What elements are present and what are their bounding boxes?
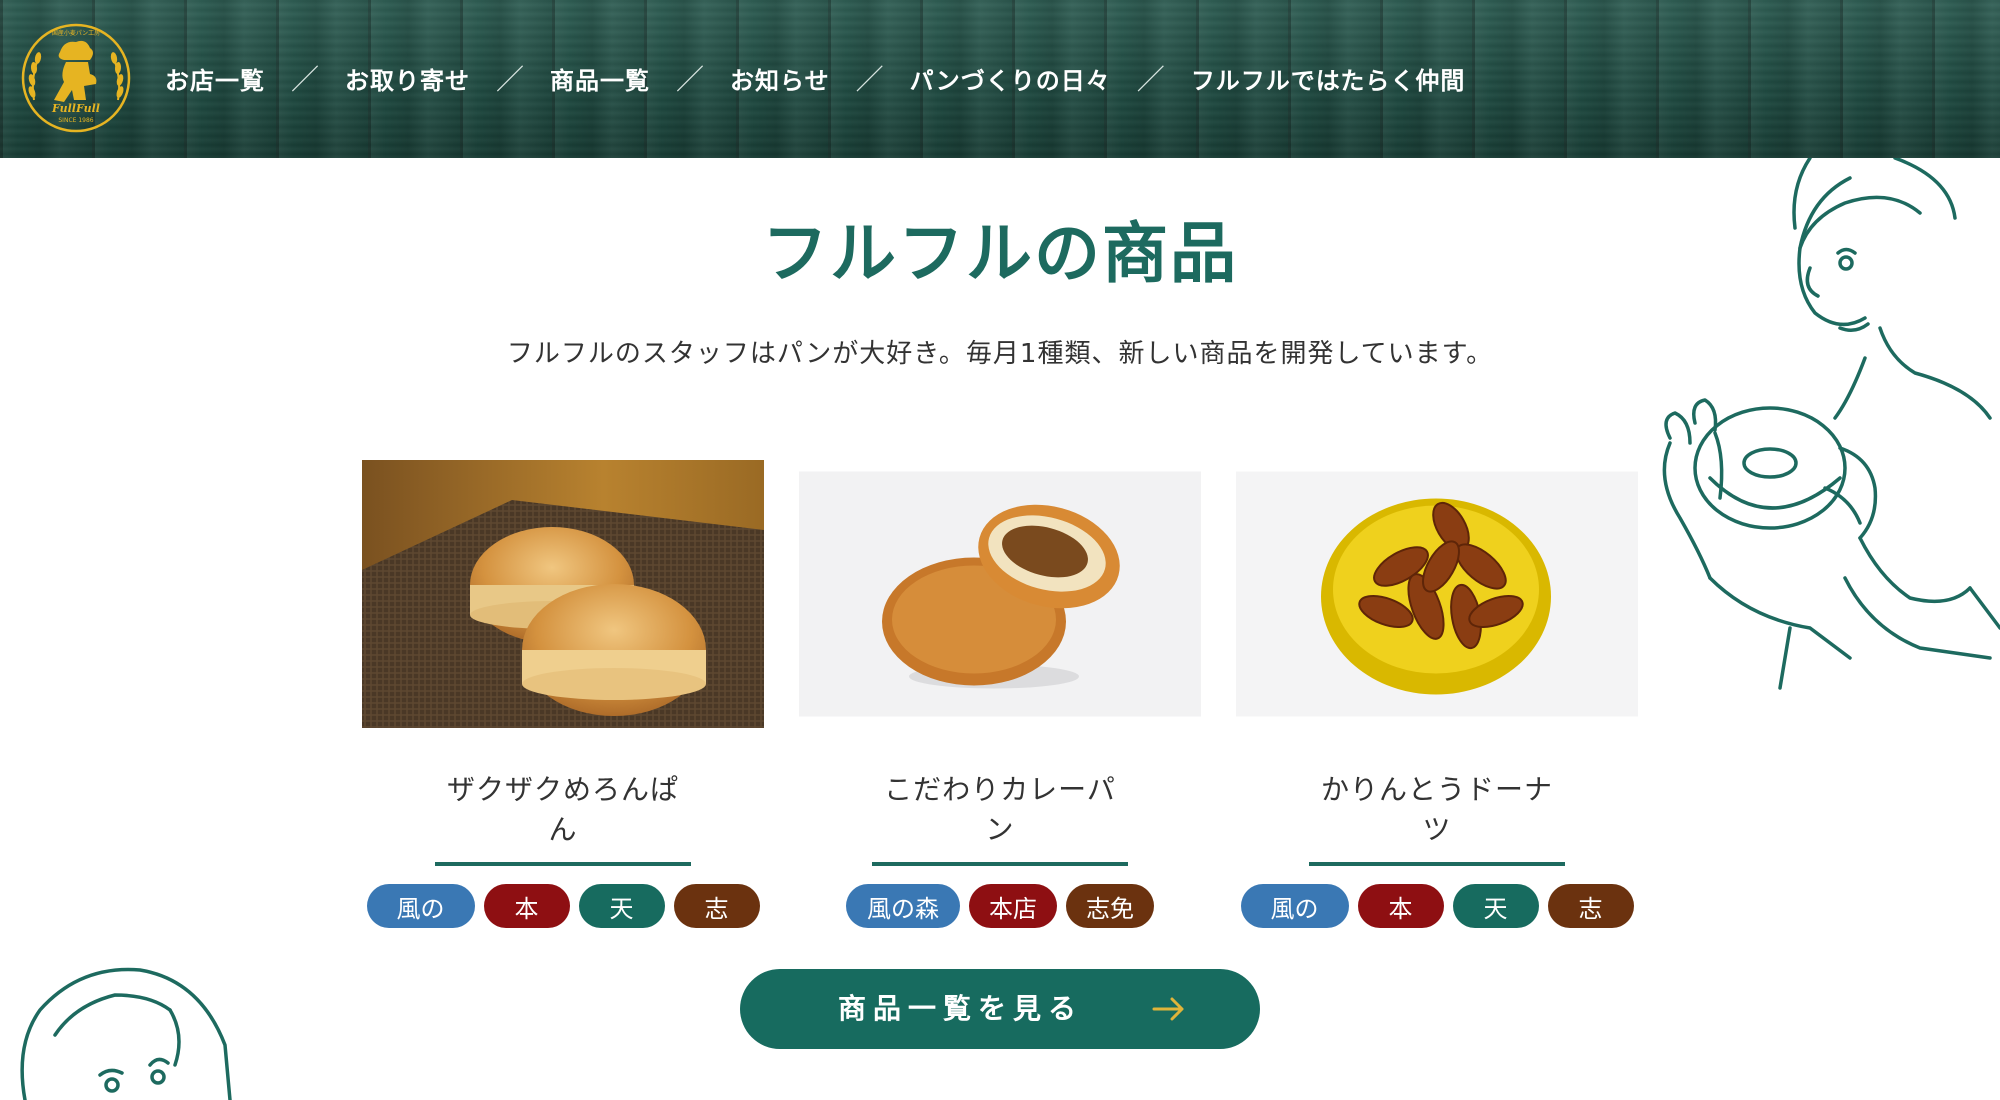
section-lead: フルフルのスタッフはパンが大好き。毎月1種類、新しい商品を開発しています。 [506, 339, 1494, 369]
shop-tags: 風の 本 天 志 [1236, 884, 1638, 928]
view-all-products-button[interactable]: 商品一覧を見る [740, 969, 1260, 1049]
shop-tag[interactable]: 天 [1452, 884, 1539, 928]
nav-products[interactable]: 商品一覧 [550, 61, 650, 96]
child-face-illustration [20, 967, 232, 1100]
shop-tag[interactable]: 本 [483, 884, 570, 928]
shop-tag[interactable]: 志免 [1066, 884, 1154, 928]
curry-pan-photo[interactable] [799, 460, 1201, 728]
nav-separator: ／ [1136, 63, 1165, 96]
shop-tag[interactable]: 風の [366, 884, 475, 928]
logo-since-text: SINCE 1986 [58, 117, 93, 124]
shop-tag[interactable]: 天 [578, 884, 665, 928]
view-all-products-label: 商品一覧を見る [838, 992, 1084, 1025]
nav-separator: ／ [496, 63, 525, 96]
product-name[interactable]: ザクザクめろんぱん [435, 768, 691, 866]
shop-tag[interactable]: 志 [673, 884, 760, 928]
nav-staff[interactable]: フルフルではたらく仲間 [1191, 61, 1466, 96]
nav-separator: ／ [291, 63, 320, 96]
logo-brand-text: FullFull [51, 102, 100, 115]
shop-tag[interactable]: 風の森 [846, 884, 960, 928]
nav-shops[interactable]: お店一覧 [165, 61, 265, 96]
shop-tag[interactable]: 本店 [969, 884, 1057, 928]
shop-tag[interactable]: 本 [1357, 884, 1444, 928]
shop-tags: 風の 本 天 志 [362, 884, 764, 928]
nav-separator: ／ [855, 63, 884, 96]
shop-tag[interactable]: 志 [1547, 884, 1634, 928]
karinto-donut-photo[interactable] [1236, 460, 1638, 728]
site-header: 国産小麦パン工房 FullFull SINCE 1986 お店一覧 ／ お取り寄… [0, 0, 2000, 158]
shop-tags: 風の森 本店 志免 [799, 884, 1201, 928]
fullfull-logo[interactable]: 国産小麦パン工房 FullFull SINCE 1986 [20, 22, 132, 134]
section-title: フルフルの商品 [762, 215, 1238, 292]
product-name[interactable]: かりんとうドーナツ [1309, 768, 1565, 866]
nav-online-order[interactable]: お取り寄せ [345, 61, 470, 96]
arrow-right-icon [1152, 997, 1184, 1021]
product-card[interactable]: かりんとうドーナツ 風の 本 天 志 [1236, 460, 1638, 928]
nav-bread-days[interactable]: パンづくりの日々 [910, 61, 1111, 96]
melon-pan-photo[interactable] [362, 460, 764, 728]
logo-top-text: 国産小麦パン工房 [52, 29, 100, 37]
shop-tag[interactable]: 風の [1240, 884, 1349, 928]
global-nav: お店一覧 ／ お取り寄せ ／ 商品一覧 ／ お知らせ ／ パンづくりの日々 ／ … [165, 58, 1465, 98]
product-card[interactable]: ザクザクめろんぱん 風の 本 天 志 [362, 460, 764, 928]
nav-separator: ／ [676, 63, 705, 96]
nav-news[interactable]: お知らせ [730, 61, 830, 96]
product-card[interactable]: こだわりカレーパン 風の森 本店 志免 [799, 460, 1201, 928]
product-name[interactable]: こだわりカレーパン [872, 768, 1128, 866]
